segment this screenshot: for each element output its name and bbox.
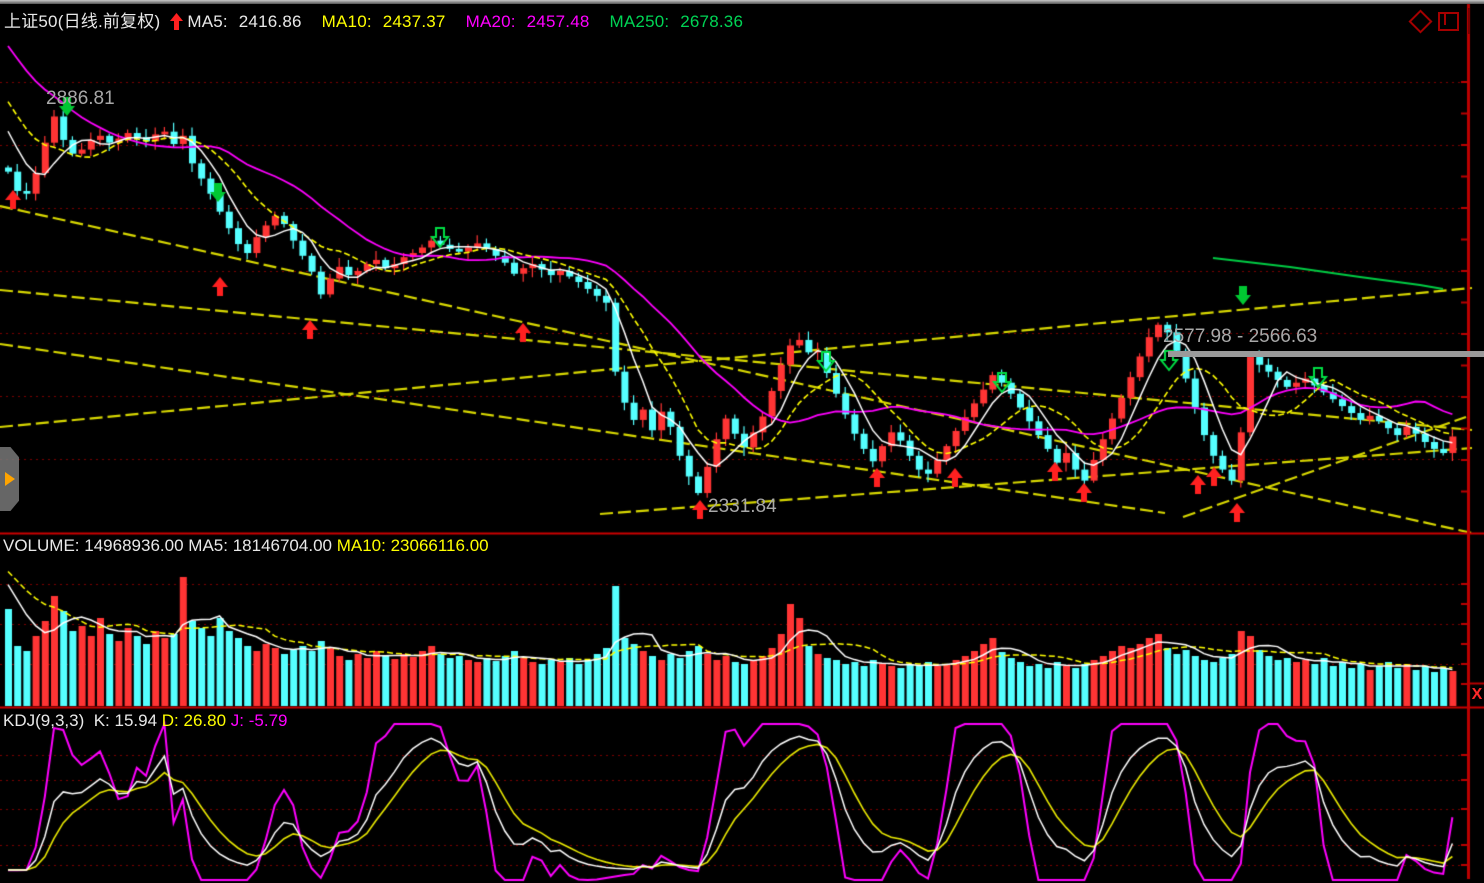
kdj-d-readout: D: 26.80 bbox=[162, 711, 231, 730]
kdj-params-label[interactable]: KDJ(9,3,3) bbox=[3, 711, 84, 730]
main-chart-header: 上证50(日线.前复权) MA5: 2416.86 MA10: 2437.37 MA2… bbox=[4, 7, 763, 32]
ma5-readout: MA5: 2416.86 bbox=[187, 12, 307, 31]
red-up-arrow-icon bbox=[170, 13, 183, 30]
volume-ma10-readout: MA10: 23066116.00 bbox=[337, 536, 489, 555]
split-window-icon[interactable] bbox=[1438, 12, 1459, 31]
chart-canvas[interactable] bbox=[0, 0, 1484, 883]
sidebar-expand-tab[interactable] bbox=[0, 447, 19, 511]
gap-range-label: 2577.98 - 2566.63 bbox=[1163, 326, 1317, 348]
period-low-label: 2331.84 bbox=[708, 496, 777, 518]
kdj-k-readout: K: 15.94 bbox=[94, 711, 162, 730]
volume-header: VOLUME: 14968936.00 MA5: 18146704.00 MA1… bbox=[3, 536, 489, 556]
title-toolbar bbox=[1412, 8, 1470, 34]
kdj-j-readout: J: -5.79 bbox=[231, 711, 288, 730]
period-high-label: 2886.81 bbox=[46, 88, 115, 110]
expand-right-icon bbox=[5, 472, 15, 486]
toolbar-divider bbox=[1468, 8, 1470, 34]
volume-readout: VOLUME: 14968936.00 bbox=[3, 536, 188, 555]
stock-chart-window: 上证50(日线.前复权) MA5: 2416.86 MA10: 2437.37 MA2… bbox=[0, 0, 1484, 883]
volume-ma5-readout: MA5: 18146704.00 bbox=[188, 536, 336, 555]
ma10-readout: MA10: 2437.37 bbox=[322, 12, 452, 31]
diamond-marker-icon[interactable] bbox=[1408, 9, 1432, 33]
price-range-bar bbox=[1168, 351, 1484, 357]
instrument-title[interactable]: 上证50(日线.前复权) bbox=[4, 12, 160, 31]
indicator-close-button[interactable]: X bbox=[1470, 686, 1484, 704]
ma20-readout: MA20: 2457.48 bbox=[466, 12, 596, 31]
window-top-border bbox=[0, 0, 1484, 4]
kdj-header: KDJ(9,3,3) K: 15.94 D: 26.80 J: -5.79 bbox=[3, 711, 288, 731]
ma250-readout: MA250: 2678.36 bbox=[610, 12, 750, 31]
